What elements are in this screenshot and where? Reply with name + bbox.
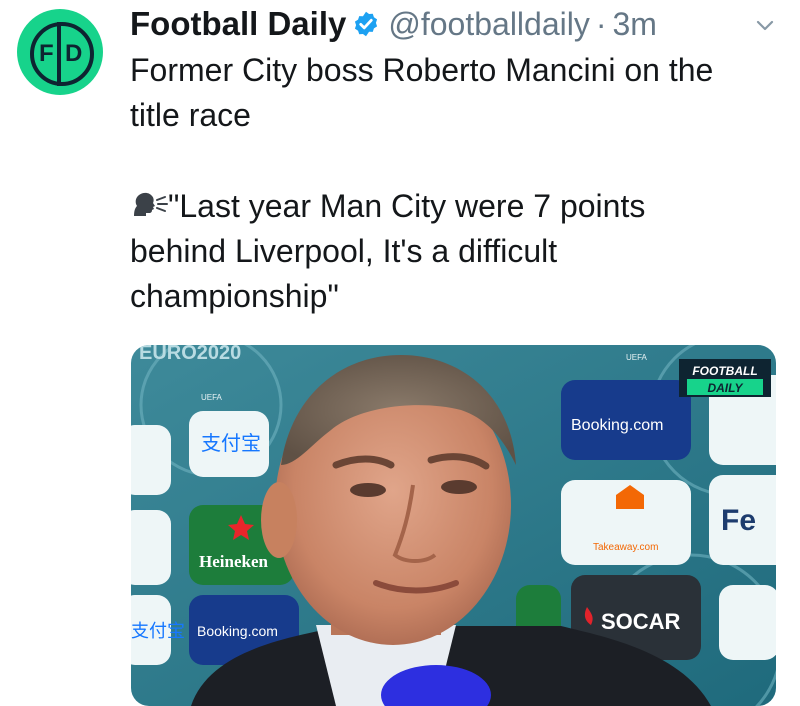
header-separator: ·	[595, 5, 607, 42]
watermark-line-1: FOOTBALL	[692, 364, 757, 378]
tweet-text-line: behind Liverpool, It's a difficult	[130, 233, 558, 269]
tweet-text-line: Former City boss Roberto Mancini on the	[130, 52, 714, 88]
avatar-divider	[57, 22, 61, 86]
tweet-text-line: title race	[130, 97, 251, 133]
author-name[interactable]: Football Daily	[130, 5, 346, 43]
avatar-letter-f: F	[39, 40, 54, 67]
board-booking-text-2: Booking.com	[571, 417, 664, 434]
board-socar-text: SOCAR	[601, 609, 681, 634]
tweet-text-line: championship"	[130, 278, 339, 314]
tweet-quote-text: "Last year Man City were 7 points	[168, 188, 646, 224]
tweet-timestamp[interactable]: 3m	[613, 6, 657, 43]
chevron-down-icon[interactable]	[756, 20, 774, 32]
verified-badge-icon	[355, 11, 378, 37]
football-daily-watermark: FOOTBALL DAILY	[679, 359, 771, 397]
board-uefa-text: UEFA	[201, 393, 223, 402]
board-uefa-text: UEFA	[626, 353, 648, 362]
tweet-header: Football Daily @footballdaily · 3m	[130, 2, 657, 46]
speaking-head-icon	[134, 192, 168, 216]
board-euro-text: EURO2020	[139, 345, 241, 364]
board-booking-text: Booking.com	[197, 623, 278, 639]
board-alipay-text-2: 支付宝	[131, 621, 185, 641]
watermark-line-2: DAILY	[707, 381, 743, 395]
video-frame: EURO2020 UEFA UEFA 支付宝 Heineken 支付宝 Book…	[131, 345, 776, 706]
board-fe-text: Fe	[721, 504, 756, 537]
board-takeaway-text: Takeaway.com	[593, 542, 658, 553]
author-handle[interactable]: @footballdaily	[388, 6, 589, 43]
tweet-quote-line: "Last year Man City were 7 points	[130, 186, 645, 226]
board-alipay-text: 支付宝	[201, 432, 261, 455]
avatar-letter-d: D	[65, 40, 83, 67]
board-heineken-text: Heineken	[199, 552, 268, 571]
profile-avatar[interactable]: F D	[17, 9, 103, 95]
tweet-media-video[interactable]: EURO2020 UEFA UEFA 支付宝 Heineken 支付宝 Book…	[131, 345, 776, 706]
